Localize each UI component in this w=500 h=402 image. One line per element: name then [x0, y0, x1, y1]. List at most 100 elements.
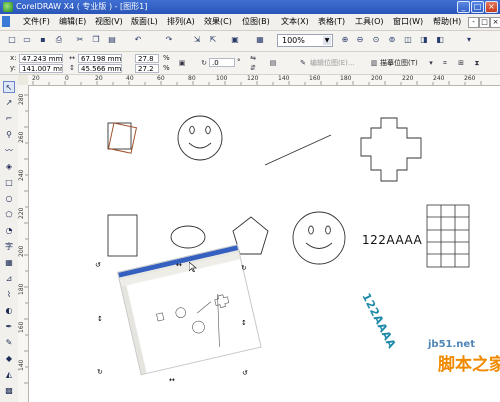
y-position-field[interactable]: 141.007 mm: [19, 64, 63, 73]
zoom-level-select[interactable]: 100% ▼: [277, 34, 333, 47]
menu-file[interactable]: 文件(F): [23, 16, 50, 28]
zoom-page-height-icon[interactable]: ◧: [434, 34, 446, 46]
crop-bitmap-icon[interactable]: ⌗: [440, 58, 450, 68]
text-tool-icon[interactable]: 字: [3, 241, 15, 253]
undo-icon[interactable]: ↶: [132, 34, 144, 46]
menu-view[interactable]: 视图(V): [95, 16, 123, 28]
scale-x-field[interactable]: 27.8: [135, 54, 159, 63]
zoom-out-icon[interactable]: ⊖: [354, 34, 366, 46]
smiley-face-shape[interactable]: [177, 115, 223, 161]
rotate-handle-bottom-right[interactable]: ↺: [242, 370, 248, 377]
export-icon[interactable]: ⇱: [207, 34, 219, 46]
edit-bitmap-button[interactable]: 编辑位图(E)...: [310, 57, 355, 69]
mesh-fill-tool-icon[interactable]: ▩: [3, 385, 15, 397]
crop-tool-icon[interactable]: ⌐: [3, 113, 15, 125]
zoom-page-width-icon[interactable]: ◨: [418, 34, 430, 46]
import-icon[interactable]: ⇲: [191, 34, 203, 46]
outline-tool-icon[interactable]: ✎: [3, 337, 15, 349]
scale-y-field[interactable]: 27.2: [135, 64, 159, 73]
rotation-field[interactable]: .0: [209, 58, 235, 67]
hourglass-icon[interactable]: ⧗: [472, 58, 482, 68]
eyedropper-tool-icon[interactable]: ✒: [3, 321, 15, 333]
ellipse-shape[interactable]: [170, 225, 206, 249]
line-shape[interactable]: [264, 134, 332, 166]
welcome-screen-icon[interactable]: ▦: [254, 34, 266, 46]
table-shape[interactable]: [426, 204, 470, 268]
menu-bitmaps[interactable]: 位图(B): [242, 16, 270, 28]
rectangle-shape[interactable]: [107, 214, 138, 257]
document-icon[interactable]: [2, 16, 10, 27]
interactive-blend-tool-icon[interactable]: ◐: [3, 305, 15, 317]
toolbar-options-icon[interactable]: ▾: [463, 34, 475, 46]
mirror-vertical-icon[interactable]: ⇵: [248, 63, 258, 73]
resample-icon[interactable]: ⊞: [456, 58, 466, 68]
horizontal-ruler[interactable]: 20 0 20 40 60 80 100 120 140 160 180 200…: [18, 75, 500, 86]
x-position-field[interactable]: 47.243 mm: [19, 54, 63, 63]
smart-fill-tool-icon[interactable]: ◈: [3, 161, 15, 173]
trace-bitmap-button[interactable]: 描摹位图(T): [380, 57, 418, 69]
drawing-canvas[interactable]: 122AAAA 122AAAA ↺ ↔ ↻ ↕ ↕ ↻ ↔ ↺: [29, 86, 500, 402]
cross-shape[interactable]: [360, 117, 422, 182]
doc-minimize-button[interactable]: -: [468, 17, 479, 28]
basic-shapes-tool-icon[interactable]: ◔: [3, 225, 15, 237]
connector-tool-icon[interactable]: ⌇: [3, 289, 15, 301]
zoom-selected-icon[interactable]: ⊙: [370, 34, 382, 46]
copy-icon[interactable]: ❐: [90, 34, 102, 46]
table-tool-icon[interactable]: ▦: [3, 257, 15, 269]
doc-close-button[interactable]: ×: [490, 17, 500, 28]
application-launcher-icon[interactable]: ▣: [229, 34, 241, 46]
ruler-origin-corner[interactable]: [18, 75, 28, 85]
menu-table[interactable]: 表格(T): [318, 16, 345, 28]
close-button[interactable]: ×: [485, 1, 498, 13]
fill-tool-icon[interactable]: ◆: [3, 353, 15, 365]
ellipse-tool-icon[interactable]: ○: [3, 193, 15, 205]
redo-icon[interactable]: ↷: [163, 34, 175, 46]
rotate-handle-top-right[interactable]: ↻: [241, 265, 247, 272]
save-icon[interactable]: ▪: [37, 34, 49, 46]
zoom-in-icon[interactable]: ⊕: [339, 34, 351, 46]
paste-icon[interactable]: ▤: [106, 34, 118, 46]
zoom-all-objects-icon[interactable]: ⊚: [386, 34, 398, 46]
width-field[interactable]: 67.198 mm: [78, 54, 122, 63]
print-icon[interactable]: ⎙: [53, 34, 65, 46]
zoom-tool-icon[interactable]: ⚲: [3, 129, 15, 141]
wrap-text-icon[interactable]: ▤: [268, 58, 278, 68]
menu-layout[interactable]: 版面(L): [131, 16, 158, 28]
zoom-page-icon[interactable]: ◫: [402, 34, 414, 46]
smiley-face-shape-small[interactable]: [292, 211, 346, 265]
polygon-tool-icon[interactable]: ⬠: [3, 209, 15, 221]
coreldraw-app-icon[interactable]: [3, 2, 13, 12]
new-document-icon[interactable]: □: [6, 34, 18, 46]
cut-icon[interactable]: ✂: [74, 34, 86, 46]
interactive-fill-tool-icon[interactable]: ◭: [3, 369, 15, 381]
menu-effects[interactable]: 效果(C): [204, 16, 232, 28]
menu-arrange[interactable]: 排列(A): [167, 16, 195, 28]
dimension-tool-icon[interactable]: ⊿: [3, 273, 15, 285]
menu-window[interactable]: 窗口(W): [393, 16, 423, 28]
menu-text[interactable]: 文本(X): [281, 16, 309, 28]
height-field[interactable]: 45.566 mm: [78, 64, 122, 73]
open-folder-icon[interactable]: ▭: [21, 34, 33, 46]
menu-edit[interactable]: 编辑(E): [59, 16, 86, 28]
rotate-handle-top-left[interactable]: ↺: [95, 262, 101, 269]
skew-handle-left[interactable]: ↕: [97, 316, 103, 323]
pick-tool-icon[interactable]: ↖: [3, 81, 15, 93]
shape-tool-icon[interactable]: ↗: [3, 97, 15, 109]
standard-toolbar: □ ▭ ▪ ⎙ ✂ ❐ ▤ ↶ ↷ ⇲ ⇱ ▣ ▦ 100% ▼ ⊕ ⊖ ⊙ ⊚…: [0, 31, 500, 52]
menu-tools[interactable]: 工具(O): [355, 16, 384, 28]
rotate-handle-bottom-left[interactable]: ↻: [97, 369, 103, 376]
minimize-button[interactable]: _: [457, 1, 470, 13]
skew-handle-right[interactable]: ↕: [241, 320, 247, 327]
mirror-horizontal-icon[interactable]: ⇋: [248, 53, 258, 63]
skew-handle-bottom[interactable]: ↔: [169, 377, 175, 384]
doc-restore-button[interactable]: □: [479, 17, 490, 28]
chevron-down-icon[interactable]: ▾: [426, 58, 436, 68]
rectangle-tool-icon[interactable]: □: [3, 177, 15, 189]
menu-help[interactable]: 帮助(H): [433, 16, 461, 28]
lock-ratio-icon[interactable]: ▣: [177, 58, 187, 68]
maximize-button[interactable]: □: [471, 1, 484, 13]
text-object[interactable]: 122AAAA: [362, 233, 422, 247]
freehand-tool-icon[interactable]: 〰: [3, 145, 15, 157]
skew-handle-top[interactable]: ↔: [176, 262, 182, 269]
vertical-ruler[interactable]: 280 260 240 220 200 180 160 140: [18, 85, 29, 402]
